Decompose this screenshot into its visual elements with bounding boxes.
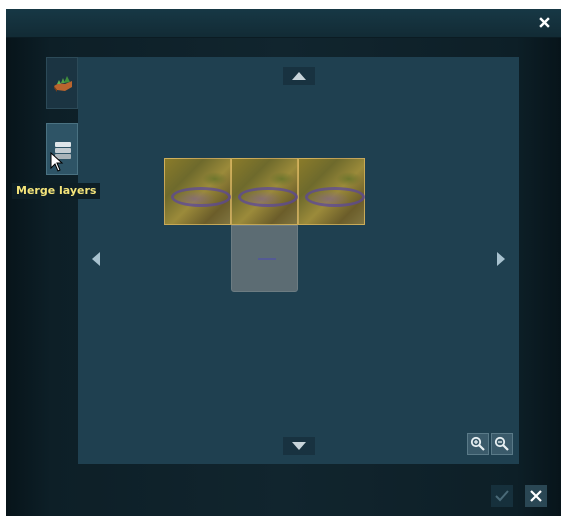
cancel-button[interactable] <box>525 485 547 507</box>
zoom-out-icon <box>494 436 509 451</box>
terrain-icon <box>54 76 72 92</box>
mouse-cursor-icon <box>50 152 64 172</box>
check-icon <box>495 490 509 502</box>
arrow-left-icon <box>92 252 100 266</box>
tooltip: Merge layers <box>12 183 101 199</box>
map-tile[interactable] <box>231 225 298 292</box>
zoom-in-button[interactable] <box>467 433 489 455</box>
scroll-up-button[interactable] <box>283 67 315 85</box>
confirm-button[interactable] <box>491 485 513 507</box>
scroll-down-button[interactable] <box>283 437 315 455</box>
close-icon[interactable] <box>535 14 553 32</box>
title-bar <box>6 9 561 38</box>
scroll-right-button[interactable] <box>495 251 507 267</box>
scroll-left-button[interactable] <box>90 251 102 267</box>
arrow-right-icon <box>497 252 505 266</box>
zoom-in-icon <box>470 436 485 451</box>
arrow-down-icon <box>292 442 306 450</box>
map-tile[interactable] <box>164 158 231 225</box>
arrow-up-icon <box>292 72 306 80</box>
zoom-out-button[interactable] <box>491 433 513 455</box>
close-icon <box>530 490 542 502</box>
tile-mark <box>258 258 276 260</box>
map-tile[interactable] <box>298 158 365 225</box>
map-preview[interactable] <box>78 57 519 464</box>
sidebar-item-terrain-layer[interactable] <box>46 57 78 109</box>
map-tile[interactable] <box>231 158 298 225</box>
dialog-window <box>6 9 561 516</box>
